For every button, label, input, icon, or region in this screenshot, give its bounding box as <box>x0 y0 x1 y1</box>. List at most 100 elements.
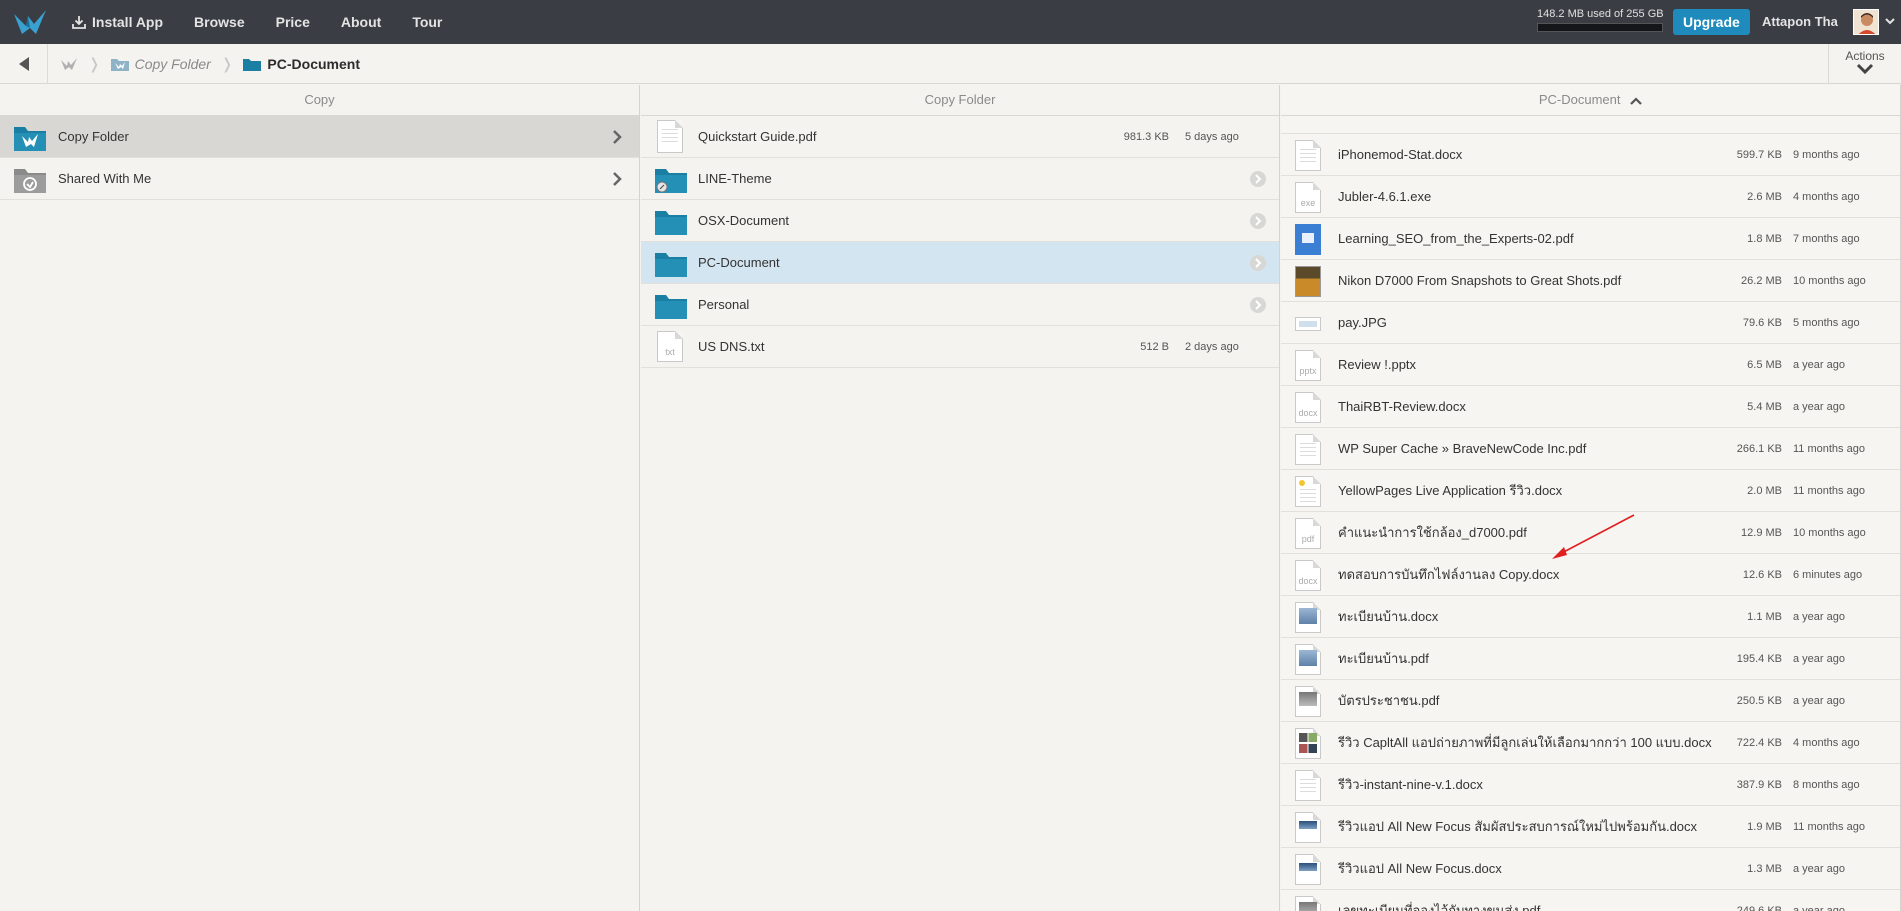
folder-icon <box>655 211 687 235</box>
nav-browse[interactable]: Browse <box>194 14 245 30</box>
back-arrow-icon <box>18 57 29 71</box>
list-item-file[interactable]: WP Super Cache » BraveNewCode Inc.pdf 266… <box>1281 428 1900 470</box>
list-item-file[interactable]: Nikon D7000 From Snapshots to Great Shot… <box>1281 260 1900 302</box>
list-item-file[interactable]: Learning_SEO_from_the_Experts-02.pdf 1.8 … <box>1281 218 1900 260</box>
item-date: 10 months ago <box>1793 526 1866 539</box>
chevron-right-icon <box>613 172 622 186</box>
storage-meter: 148.2 MB used of 255 GB <box>1537 8 1664 32</box>
item-date: 5 months ago <box>1793 316 1860 329</box>
nav-about[interactable]: About <box>341 14 381 30</box>
item-name: รีวิวแอป All New Focus.docx <box>1338 861 1502 876</box>
file-thumbnail-icon <box>1295 140 1321 171</box>
list-item-file[interactable]: รีวิว-instant-nine-v.1.docx 387.9 KB 8 mon… <box>1281 764 1900 806</box>
item-name: Quickstart Guide.pdf <box>698 129 817 144</box>
item-date: a year ago <box>1793 610 1845 623</box>
item-size: 12.9 MB <box>1741 526 1782 539</box>
list-item-folder[interactable]: LINE-Theme <box>641 158 1279 200</box>
item-size: 512 B <box>1140 340 1169 353</box>
copy-folder-icon <box>14 127 46 151</box>
list-item-file[interactable]: ทะเบียนบ้าน.pdf 195.4 KB a year ago <box>1281 638 1900 680</box>
breadcrumb-home[interactable] <box>60 56 78 72</box>
nav-install-app[interactable]: Install App <box>72 14 163 30</box>
list-item-file[interactable]: รีวิว CapltAll แอปถ่ายภาพที่มีลูกเล่นให้… <box>1281 722 1900 764</box>
column-title: PC-Document <box>1538 92 1621 107</box>
list-item-folder[interactable]: Personal <box>641 284 1279 326</box>
file-thumbnail-icon <box>1295 644 1321 675</box>
top-bar: Install App Browse Price About Tour 148.… <box>0 0 1901 44</box>
file-thumbnail-icon <box>1295 308 1321 339</box>
username[interactable]: Attapon Tha <box>1762 14 1838 29</box>
item-name: รีวิว CapltAll แอปถ่ายภาพที่มีลูกเล่นให้… <box>1338 735 1712 750</box>
list-item-folder[interactable]: OSX-Document <box>641 200 1279 242</box>
item-name: WP Super Cache » BraveNewCode Inc.pdf <box>1338 441 1587 456</box>
chevron-circle-icon[interactable] <box>1250 255 1266 271</box>
list-item-folder-selected[interactable]: PC-Document <box>641 242 1279 284</box>
back-button[interactable] <box>0 44 48 84</box>
item-name: Review !.pptx <box>1338 357 1417 372</box>
chevron-down-icon[interactable] <box>1884 15 1896 27</box>
chevron-circle-icon[interactable] <box>1250 213 1266 229</box>
copy-logo-icon[interactable] <box>12 6 48 38</box>
folder-icon <box>655 295 687 319</box>
file-thumbnail-icon <box>1295 770 1321 801</box>
breadcrumb-label: Copy Folder <box>134 56 211 72</box>
chevron-circle-icon[interactable] <box>1250 171 1266 187</box>
chevron-down-icon <box>1856 63 1874 75</box>
column-title: Copy Folder <box>924 92 996 107</box>
item-name: ทะเบียนบ้าน.docx <box>1338 609 1439 624</box>
breadcrumb-copy-folder[interactable]: Copy Folder <box>110 56 211 72</box>
item-date: a year ago <box>1793 400 1845 413</box>
item-name: รีวิว-instant-nine-v.1.docx <box>1338 777 1483 792</box>
chevron-circle-icon[interactable] <box>1250 297 1266 313</box>
list-item-file[interactable]: รีวิวแอป All New Focus.docx 1.3 MB a year … <box>1281 848 1900 890</box>
item-name: รีวิวแอป All New Focus สัมผัสประสบการณ์ใ… <box>1338 819 1698 834</box>
item-size: 26.2 MB <box>1741 274 1782 287</box>
item-date: 6 minutes ago <box>1793 568 1863 581</box>
file-thumbnail-icon <box>1295 854 1321 885</box>
item-size: 249.6 KB <box>1736 904 1782 911</box>
nav-price[interactable]: Price <box>276 14 310 30</box>
list-item-file[interactable]: iPhonemod-Stat.docx 599.7 KB 9 months ago <box>1281 134 1900 176</box>
list-item-shared-with-me[interactable]: Shared With Me <box>0 158 639 200</box>
item-size: 250.5 KB <box>1736 694 1782 707</box>
list-item-file[interactable]: บัตรประชาชน.pdf 250.5 KB a year ago <box>1281 680 1900 722</box>
nav-tour[interactable]: Tour <box>412 14 442 30</box>
item-size: 2.6 MB <box>1747 190 1782 203</box>
copy-folder-icon <box>110 59 129 71</box>
list-item-file[interactable]: Quickstart Guide.pdf 981.3 KB 5 days ago <box>641 116 1279 158</box>
pdf-thumbnail-icon <box>657 120 683 153</box>
upgrade-button[interactable]: Upgrade <box>1673 9 1750 35</box>
shared-folder-icon <box>655 169 687 193</box>
item-date: 11 months ago <box>1793 442 1865 455</box>
actions-menu[interactable]: Actions <box>1828 44 1901 84</box>
list-item-file[interactable]: เลขทะเบียนที่จองไว้กับทางขนส่ง.pdf 249.6 … <box>1281 890 1900 911</box>
column-header[interactable]: PC-Document <box>1281 85 1900 116</box>
list-item-file[interactable]: docx ThaiRBT-Review.docx 5.4 MB a year ago <box>1281 386 1900 428</box>
nav-label: Browse <box>194 14 245 30</box>
list-item-file[interactable]: ทะเบียนบ้าน.docx 1.1 MB a year ago <box>1281 596 1900 638</box>
list-item-file[interactable]: txt US DNS.txt 512 B 2 days ago <box>641 326 1279 368</box>
list-item-copy-folder[interactable]: Copy Folder <box>0 116 639 158</box>
list-item-file[interactable]: pptx Review !.pptx 6.5 MB a year ago <box>1281 344 1900 386</box>
folder-icon <box>243 59 262 71</box>
item-size: 722.4 KB <box>1736 736 1782 749</box>
avatar[interactable] <box>1853 9 1879 35</box>
item-name: Nikon D7000 From Snapshots to Great Shot… <box>1338 273 1622 288</box>
item-name: LINE-Theme <box>698 171 772 186</box>
list-item-file[interactable]: รีวิวแอป All New Focus สัมผัสประสบการณ์ใ… <box>1281 806 1900 848</box>
list-item-file[interactable]: exe Jubler-4.6.1.exe 2.6 MB 4 months ago <box>1281 176 1900 218</box>
file-thumbnail-icon <box>1295 602 1321 633</box>
item-name: บัตรประชาชน.pdf <box>1338 693 1440 708</box>
item-name: เลขทะเบียนที่จองไว้กับทางขนส่ง.pdf <box>1338 903 1541 911</box>
file-thumbnail-icon <box>1295 686 1321 717</box>
column-copy: Copy Copy Folder Shared With Me <box>0 85 640 911</box>
item-size: 12.6 KB <box>1742 568 1782 581</box>
item-name: Jubler-4.6.1.exe <box>1338 189 1432 204</box>
list-item-file[interactable]: YellowPages Live Application รีวิว.docx 2… <box>1281 470 1900 512</box>
list-item-file[interactable]: pay.JPG 79.6 KB 5 months ago <box>1281 302 1900 344</box>
item-size: 1.1 MB <box>1747 610 1782 623</box>
breadcrumb-pc-document[interactable]: PC-Document <box>243 56 360 72</box>
item-size: 266.1 KB <box>1736 442 1782 455</box>
actions-label: Actions <box>1845 49 1885 63</box>
folder-icon <box>655 253 687 277</box>
